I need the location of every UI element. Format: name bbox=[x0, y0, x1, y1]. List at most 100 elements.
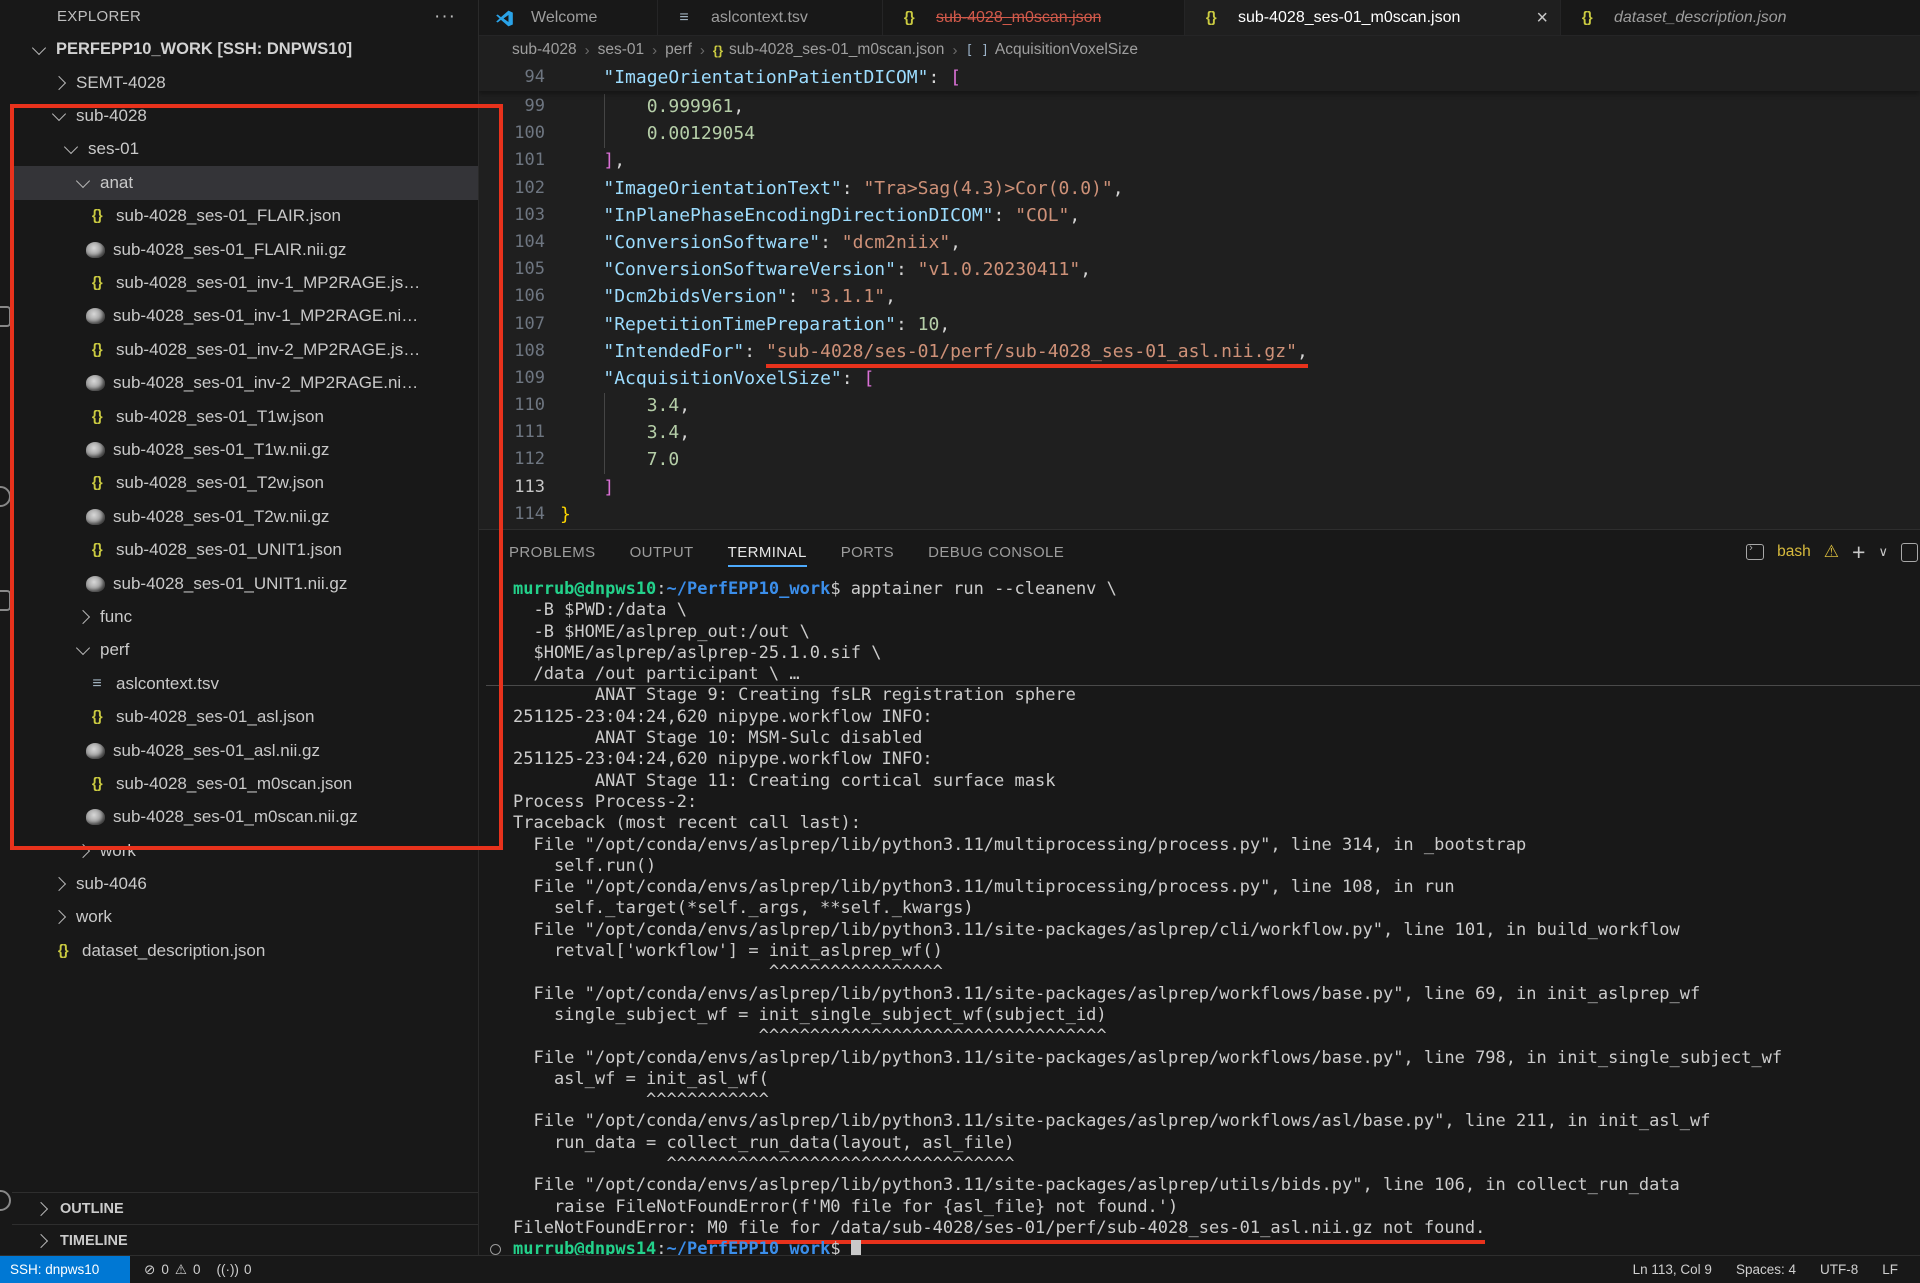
status-item-lf[interactable]: LF bbox=[1882, 1262, 1898, 1277]
code-line-106[interactable]: 106 "Dcm2bidsVersion": "3.1.1", bbox=[478, 283, 1920, 310]
tab-dataset-description-json[interactable]: {}dataset_description.json bbox=[1561, 0, 1920, 36]
terminal-line-8: 251125-23:04:24,620 nipype.workflow INFO… bbox=[513, 749, 1920, 770]
status-item-ln-113-col-9[interactable]: Ln 113, Col 9 bbox=[1633, 1262, 1712, 1277]
json-file-icon: {} bbox=[86, 208, 108, 224]
status-item-utf-8[interactable]: UTF-8 bbox=[1820, 1262, 1858, 1277]
code-line-99[interactable]: 99 0.999961, bbox=[478, 93, 1920, 120]
json-file-icon: {} bbox=[86, 342, 108, 358]
tree-item-semt-4028[interactable]: SEMT-4028 bbox=[12, 66, 478, 99]
tree-item-sub-4028-ses-01-inv-2-mp2rage-js[interactable]: {}sub-4028_ses-01_inv-2_MP2RAGE.js… bbox=[12, 333, 478, 366]
command-decoration-icon[interactable] bbox=[490, 1244, 501, 1255]
activity-bar-icon[interactable] bbox=[0, 486, 11, 507]
split-terminal-icon[interactable] bbox=[1901, 543, 1918, 562]
tree-item-anat[interactable]: anat bbox=[12, 166, 478, 199]
tree-item-sub-4028-ses-01-t2w-nii-gz[interactable]: sub-4028_ses-01_T2w.nii.gz bbox=[12, 500, 478, 533]
terminal-dropdown-icon[interactable]: ∨ bbox=[1878, 544, 1888, 560]
activity-bar-icon[interactable] bbox=[0, 1190, 11, 1211]
panel-tab-terminal[interactable]: TERMINAL bbox=[728, 530, 807, 574]
tab-sub-4028-m0scan-json[interactable]: {}sub-4028_m0scan.json bbox=[883, 0, 1185, 36]
code-line-105[interactable]: 105 "ConversionSoftwareVersion": "v1.0.2… bbox=[478, 256, 1920, 283]
breadcrumb-item-perf[interactable]: perf bbox=[665, 41, 692, 59]
tree-item-sub-4028-ses-01-inv-1-mp2rage-ni[interactable]: sub-4028_ses-01_inv-1_MP2RAGE.ni… bbox=[12, 300, 478, 333]
terminal-line-21: ^^^^^^^^^^^^^^^^^^^^^^^^^^^^^^^^^^ bbox=[513, 1026, 1920, 1047]
code-line-107[interactable]: 107 "RepetitionTimePreparation": 10, bbox=[478, 311, 1920, 338]
tree-item-sub-4028-ses-01-t1w-nii-gz[interactable]: sub-4028_ses-01_T1w.nii.gz bbox=[12, 433, 478, 466]
panel-tab-ports[interactable]: PORTS bbox=[841, 530, 894, 574]
tree-item-sub-4028-ses-01-asl-nii-gz[interactable]: sub-4028_ses-01_asl.nii.gz bbox=[12, 734, 478, 767]
tab-welcome[interactable]: Welcome bbox=[478, 0, 658, 36]
tree-item-work[interactable]: work bbox=[12, 901, 478, 934]
terminal-text: murrub@dnpws10 bbox=[513, 579, 656, 599]
breadcrumb-item-sub-4028[interactable]: sub-4028 bbox=[512, 41, 577, 59]
tree-item-work[interactable]: work bbox=[12, 834, 478, 867]
tree-item-sub-4028-ses-01-unit1-nii-gz[interactable]: sub-4028_ses-01_UNIT1.nii.gz bbox=[12, 567, 478, 600]
code-line-113[interactable]: 113 ] bbox=[478, 474, 1920, 501]
code-line-94[interactable]: 94 "ImageOrientationPatientDICOM": [ bbox=[478, 64, 1920, 91]
tree-root-workspace[interactable]: PERFEPP10_WORK [SSH: DNPWS10] bbox=[12, 33, 478, 66]
editor-code-area[interactable]: 99 0.999961,100 0.00129054101 ],102 "Ima… bbox=[478, 93, 1920, 529]
code-line-103[interactable]: 103 "InPlanePhaseEncodingDirectionDICOM"… bbox=[478, 202, 1920, 229]
tree-item-sub-4028-ses-01-flair-nii-gz[interactable]: sub-4028_ses-01_FLAIR.nii.gz bbox=[12, 233, 478, 266]
tree-item-sub-4028-ses-01-inv-1-mp2rage-js[interactable]: {}sub-4028_ses-01_inv-1_MP2RAGE.js… bbox=[12, 266, 478, 299]
tree-item-sub-4028-ses-01-t2w-json[interactable]: {}sub-4028_ses-01_T2w.json bbox=[12, 467, 478, 500]
tree-item-perf[interactable]: perf bbox=[12, 634, 478, 667]
code-token bbox=[560, 341, 603, 362]
tab-aslcontext-tsv[interactable]: ≡aslcontext.tsv bbox=[658, 0, 883, 36]
code-line-100[interactable]: 100 0.00129054 bbox=[478, 120, 1920, 147]
tree-item-label: SEMT-4028 bbox=[76, 73, 166, 93]
indent-guide bbox=[604, 393, 605, 474]
code-line-102[interactable]: 102 "ImageOrientationText": "Tra>Sag(4.3… bbox=[478, 175, 1920, 202]
breadcrumb-item-ses-01[interactable]: ses-01 bbox=[598, 41, 645, 59]
tree-item-sub-4028-ses-01-unit1-json[interactable]: {}sub-4028_ses-01_UNIT1.json bbox=[12, 533, 478, 566]
tree-item-sub-4028[interactable]: sub-4028 bbox=[12, 99, 478, 132]
breadcrumb: sub-4028›ses-01›perf›{}sub-4028_ses-01_m… bbox=[478, 36, 1920, 64]
panel-tab-problems[interactable]: PROBLEMS bbox=[509, 530, 596, 574]
problems-status[interactable]: ⊘ 0 ⚠ 0 bbox=[144, 1262, 200, 1278]
tree-item-sub-4028-ses-01-m0scan-json[interactable]: {}sub-4028_ses-01_m0scan.json bbox=[12, 767, 478, 800]
tree-item-aslcontext-tsv[interactable]: ≡aslcontext.tsv bbox=[12, 667, 478, 700]
code-line-109[interactable]: 109 "AcquisitionVoxelSize": [ bbox=[478, 365, 1920, 392]
close-icon[interactable]: × bbox=[1536, 8, 1548, 28]
tree-item-sub-4028-ses-01-flair-json[interactable]: {}sub-4028_ses-01_FLAIR.json bbox=[12, 200, 478, 233]
more-actions-icon[interactable]: ··· bbox=[434, 0, 456, 33]
status-item-spaces-4[interactable]: Spaces: 4 bbox=[1736, 1262, 1796, 1277]
shell-label[interactable]: bash bbox=[1777, 543, 1811, 561]
activity-bar-icon[interactable] bbox=[0, 590, 11, 611]
tab-sub-4028-ses-01-m0scan-json[interactable]: {}sub-4028_ses-01_m0scan.json× bbox=[1185, 0, 1561, 36]
tree-item-sub-4028-ses-01-asl-json[interactable]: {}sub-4028_ses-01_asl.json bbox=[12, 700, 478, 733]
code-line-114[interactable]: 114} bbox=[478, 501, 1920, 528]
ports-status[interactable]: ((·)) 0 bbox=[216, 1262, 251, 1277]
terminal-cursor bbox=[851, 1240, 861, 1255]
code-line-101[interactable]: 101 ], bbox=[478, 147, 1920, 174]
tree-item-sub-4028-ses-01-t1w-json[interactable]: {}sub-4028_ses-01_T1w.json bbox=[12, 400, 478, 433]
tree-item-dataset-description-json[interactable]: {}dataset_description.json bbox=[12, 934, 478, 967]
remote-indicator[interactable]: SSH: dnpws10 bbox=[0, 1256, 130, 1283]
panel-tab-output[interactable]: OUTPUT bbox=[630, 530, 694, 574]
code-line-112[interactable]: 112 7.0 bbox=[478, 446, 1920, 473]
tree-item-ses-01[interactable]: ses-01 bbox=[12, 133, 478, 166]
sidebar-section-timeline[interactable]: TIMELINE bbox=[12, 1224, 478, 1255]
code-line-110[interactable]: 110 3.4, bbox=[478, 392, 1920, 419]
breadcrumb-item-acquisitionvoxelsize[interactable]: [ ]AcquisitionVoxelSize bbox=[965, 41, 1138, 59]
tsv-file-icon: ≡ bbox=[86, 675, 108, 693]
terminal-output[interactable]: murrub@dnpws10:~/PerfEPP10_work$ apptain… bbox=[478, 579, 1920, 1255]
panel-tab-debug-console[interactable]: DEBUG CONSOLE bbox=[928, 530, 1064, 574]
sidebar-section-outline[interactable]: OUTLINE bbox=[12, 1192, 478, 1225]
tree-item-sub-4028-ses-01-m0scan-nii-gz[interactable]: sub-4028_ses-01_m0scan.nii.gz bbox=[12, 801, 478, 834]
code-line-104[interactable]: 104 "ConversionSoftware": "dcm2niix", bbox=[478, 229, 1920, 256]
tree-item-func[interactable]: func bbox=[12, 600, 478, 633]
terminal-line-31: murrub@dnpws14:~/PerfEPP10_work$ bbox=[513, 1239, 1920, 1255]
tree-item-sub-4046[interactable]: sub-4046 bbox=[12, 867, 478, 900]
code-line-108[interactable]: 108 "IntendedFor": "sub-4028/ses-01/perf… bbox=[478, 338, 1920, 365]
terminal-line-10: Process Process-2: bbox=[513, 792, 1920, 813]
activity-bar-icon[interactable] bbox=[0, 306, 11, 327]
ports-count: 0 bbox=[244, 1262, 252, 1277]
breadcrumb-item-sub-4028-ses-01-m0scan-json[interactable]: {}sub-4028_ses-01_m0scan.json bbox=[713, 41, 945, 59]
tree-item-label: sub-4028_ses-01_asl.json bbox=[116, 707, 314, 727]
new-terminal-icon[interactable]: + bbox=[1852, 541, 1865, 564]
json-file-icon: {} bbox=[713, 43, 723, 58]
tree-item-sub-4028-ses-01-inv-2-mp2rage-ni[interactable]: sub-4028_ses-01_inv-2_MP2RAGE.ni… bbox=[12, 367, 478, 400]
chevron-down-icon bbox=[32, 40, 46, 54]
code-line-111[interactable]: 111 3.4, bbox=[478, 419, 1920, 446]
tree-item-label: perf bbox=[100, 640, 129, 660]
